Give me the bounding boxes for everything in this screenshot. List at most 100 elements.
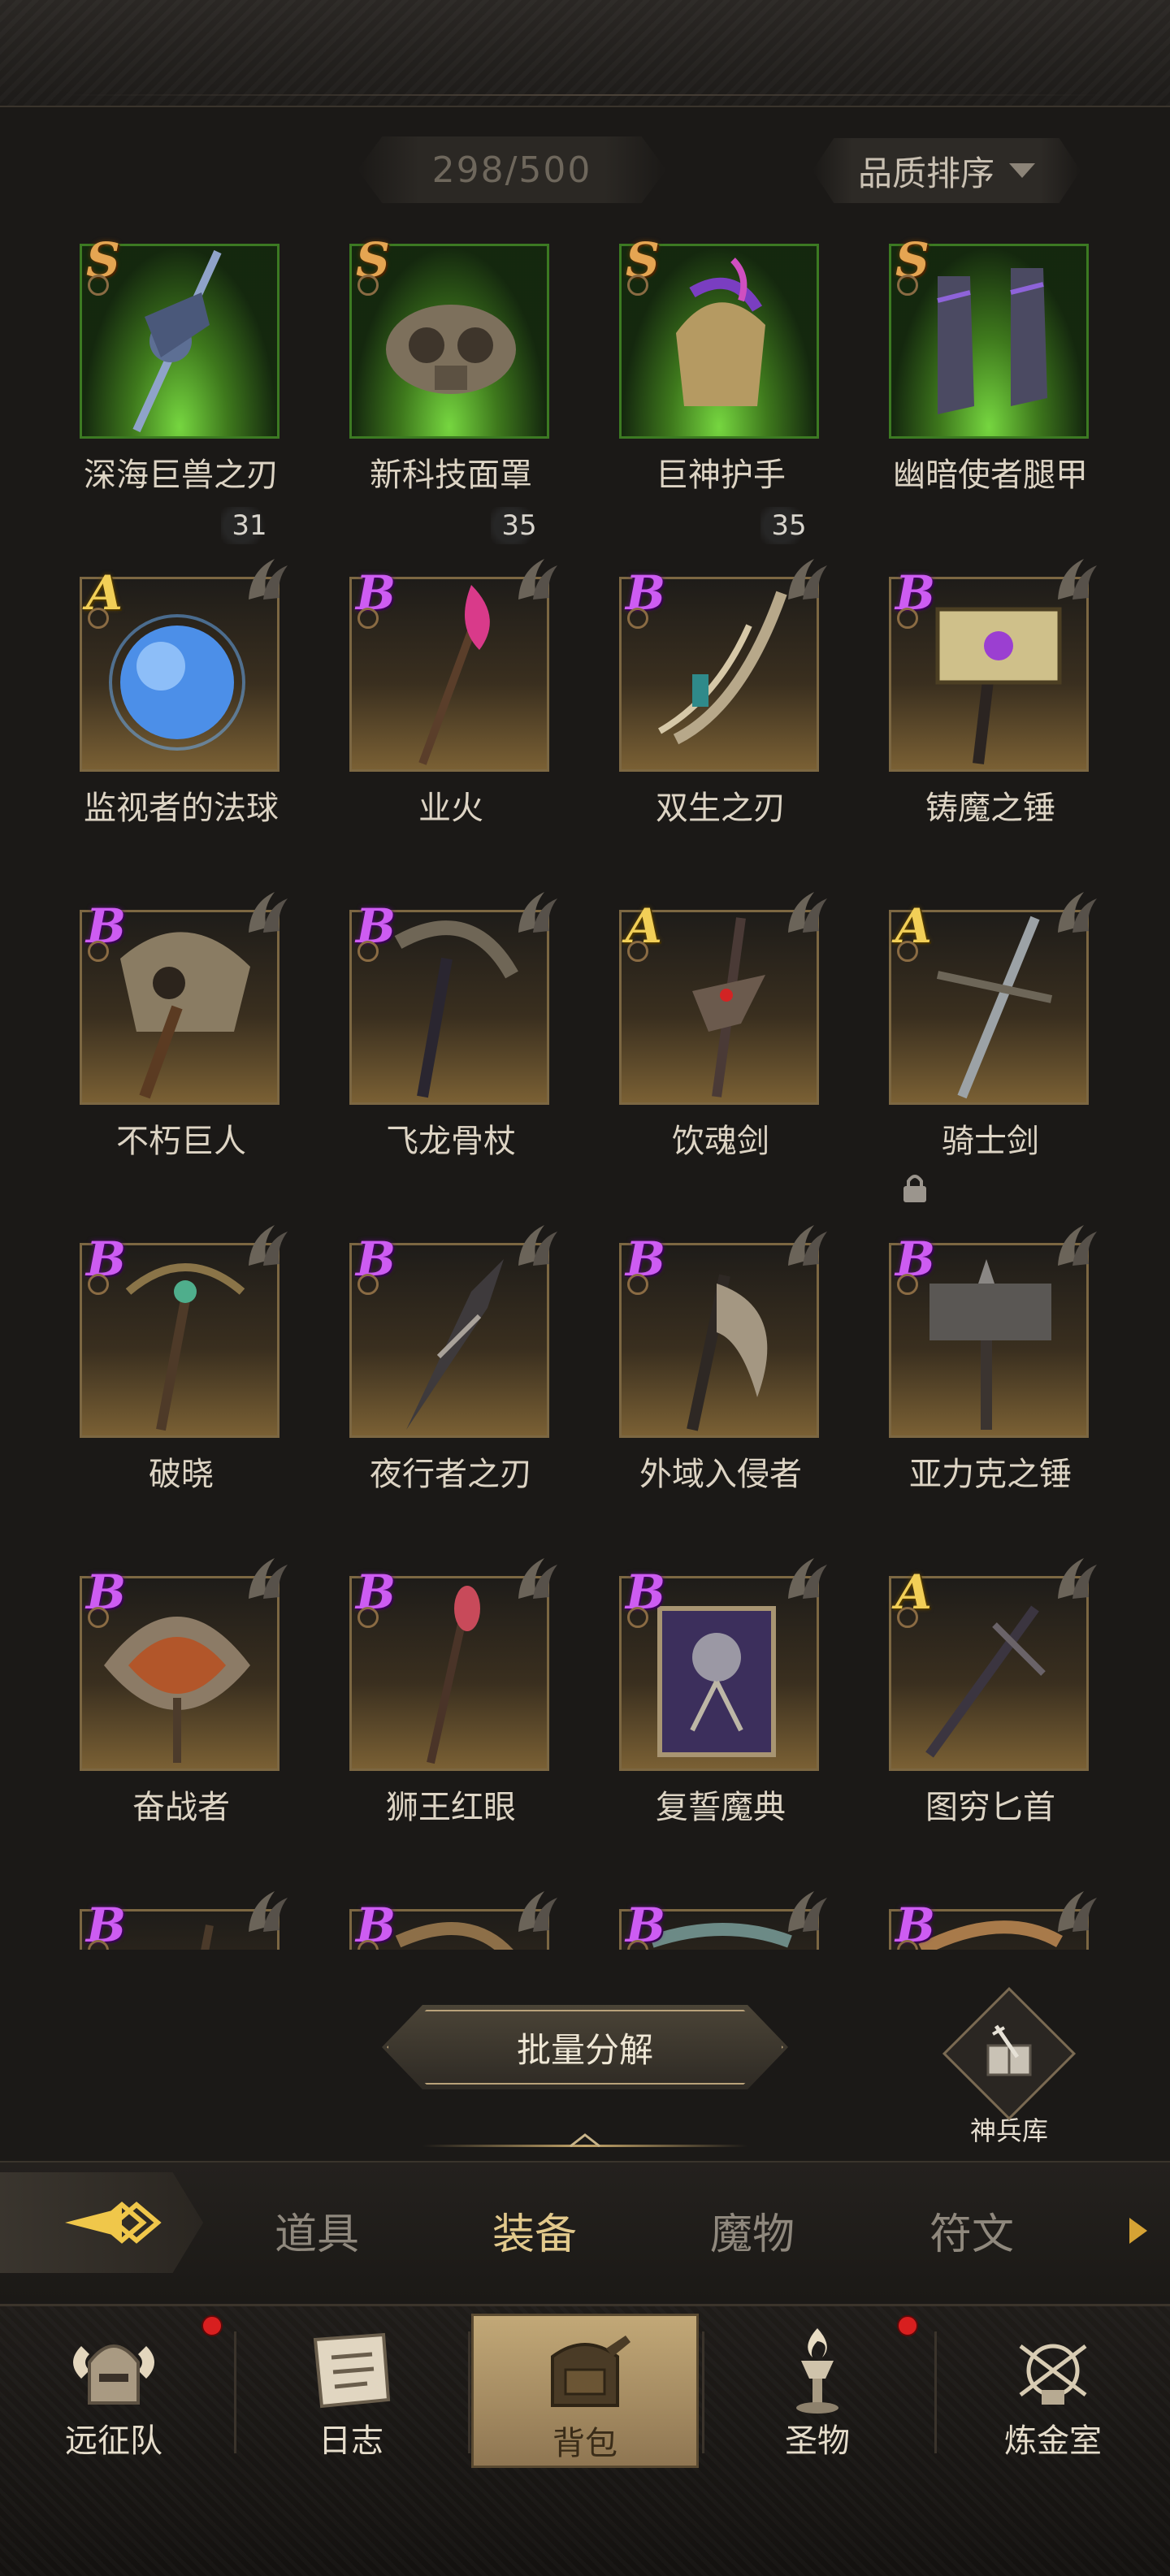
equipment-card[interactable]: A 监视者的法球 [80, 559, 288, 885]
equipment-card[interactable]: B 飞龙骨杖 [349, 892, 557, 1219]
expand-up-icon[interactable] [566, 2132, 604, 2148]
horned-helmet-icon [73, 2344, 154, 2405]
select-circle-icon[interactable] [897, 1607, 918, 1628]
horn-ornament-icon [1058, 892, 1097, 933]
select-circle-icon[interactable] [88, 1274, 109, 1295]
nav-journal[interactable]: 日志 [237, 2314, 465, 2468]
equipment-name: 监视者的法球 [84, 790, 279, 827]
equipment-card[interactable]: B 狮王红眼 [349, 1558, 557, 1885]
horn-ornament-icon [788, 1225, 827, 1266]
back-arrow-icon [65, 2202, 162, 2244]
equipment-name: 铸魔之锤 [925, 790, 1055, 827]
horn-ornament-icon [518, 892, 557, 933]
equipment-card[interactable]: B 破晓 [80, 1225, 288, 1552]
select-circle-icon[interactable] [358, 608, 379, 629]
nav-relics[interactable]: 圣物 [704, 2314, 931, 2468]
nav-journal-label: 日志 [318, 2422, 384, 2460]
equipment-name: 破晓 [149, 1456, 214, 1493]
select-circle-icon[interactable] [88, 1607, 109, 1628]
tab-equipment[interactable]: 装备 [445, 2193, 624, 2266]
equipment-card[interactable]: B 业火 [349, 559, 557, 885]
select-circle-icon[interactable] [897, 1274, 918, 1295]
select-circle-icon[interactable] [627, 1607, 648, 1628]
equipment-grid: S 31 深海巨兽之刃 S 35 新科技面罩 S 35 巨神护手 S 幽暗使者腿甲 A 监视者的法球 B 业… [0, 236, 1170, 1950]
horn-ornament-icon [1058, 1558, 1097, 1599]
horn-ornament-icon [788, 892, 827, 933]
select-circle-icon[interactable] [358, 275, 379, 296]
batch-dismantle-button[interactable]: 批量分解 [382, 2005, 788, 2089]
equipment-card[interactable]: B 夜行者之刃 [349, 1225, 557, 1552]
horn-ornament-icon [1058, 1891, 1097, 1932]
nav-expedition-label: 远征队 [65, 2422, 162, 2460]
equipment-name: 奋战者 [132, 1789, 230, 1826]
inventory-capacity: 298/500 [358, 136, 666, 203]
select-circle-icon[interactable] [88, 275, 109, 296]
tab-items[interactable]: 道具 [228, 2193, 406, 2266]
select-circle-icon[interactable] [627, 941, 648, 962]
equipment-card[interactable]: B 双生之刃 [619, 559, 827, 885]
chevron-down-icon [1009, 163, 1035, 178]
equipment-card[interactable]: A 饮魂剑 [619, 892, 827, 1219]
equipment-card[interactable]: B [80, 1891, 288, 1950]
equipment-name: 深海巨兽之刃 [84, 457, 279, 494]
equipment-card[interactable]: B 铸魔之锤 [889, 559, 1097, 885]
armory-button[interactable]: 神兵库 [942, 1986, 1077, 2146]
equipment-card[interactable]: B 外域入侵者 [619, 1225, 827, 1552]
equipment-card[interactable]: B 复誓魔典 [619, 1558, 827, 1885]
horn-ornament-icon [249, 1891, 288, 1932]
equipment-name: 复誓魔典 [656, 1789, 786, 1826]
expedition-notification-dot [202, 2315, 223, 2336]
equipment-card[interactable]: S 35 新科技面罩 [349, 236, 552, 552]
equipment-card[interactable]: A 图穷匕首 [889, 1558, 1097, 1885]
equipment-name: 巨神护手 [656, 457, 786, 494]
equipment-card[interactable]: S 35 巨神护手 [619, 236, 822, 552]
equipment-name: 饮魂剑 [672, 1123, 769, 1160]
equipment-card[interactable]: S 31 深海巨兽之刃 [80, 236, 283, 552]
equipment-card[interactable]: S 幽暗使者腿甲 [889, 236, 1092, 552]
equipment-card[interactable]: B 不朽巨人 [80, 892, 288, 1219]
sort-dropdown[interactable]: 品质排序 [812, 138, 1081, 203]
select-circle-icon[interactable] [358, 941, 379, 962]
select-circle-icon[interactable] [88, 608, 109, 629]
next-tab-icon[interactable] [1129, 2218, 1147, 2244]
horn-ornament-icon [518, 1891, 557, 1932]
equipment-card[interactable]: B 亚力克之锤 [889, 1225, 1097, 1552]
equipment-card[interactable]: B [889, 1891, 1097, 1950]
horn-ornament-icon [1058, 1225, 1097, 1266]
select-circle-icon[interactable] [358, 1607, 379, 1628]
relics-notification-dot [897, 2315, 918, 2336]
nav-separator [234, 2331, 236, 2453]
nav-backpack[interactable]: 背包 [471, 2314, 699, 2468]
select-circle-icon[interactable] [627, 608, 648, 629]
nav-alchemy[interactable]: 炼金室 [939, 2314, 1167, 2468]
equipment-card[interactable]: B 奋战者 [80, 1558, 288, 1885]
torch-icon [796, 2328, 838, 2414]
equipment-name: 双生之刃 [656, 790, 786, 827]
select-circle-icon[interactable] [358, 1274, 379, 1295]
horn-ornament-icon [1058, 559, 1097, 600]
batch-dismantle-label: 批量分解 [516, 2029, 653, 2070]
equipment-name: 飞龙骨杖 [386, 1123, 516, 1160]
equipment-card[interactable]: B [619, 1891, 827, 1950]
select-circle-icon[interactable] [627, 1274, 648, 1295]
nav-alchemy-label: 炼金室 [1004, 2422, 1102, 2460]
equipment-card[interactable]: B [349, 1891, 557, 1950]
tab-runes[interactable]: 符文 [882, 2193, 1061, 2266]
horn-ornament-icon [788, 559, 827, 600]
select-circle-icon[interactable] [897, 275, 918, 296]
select-circle-icon[interactable] [627, 275, 648, 296]
horn-ornament-icon [249, 892, 288, 933]
back-button[interactable] [0, 2172, 203, 2273]
nav-backpack-label: 背包 [552, 2425, 618, 2462]
nav-expedition[interactable]: 远征队 [0, 2314, 228, 2468]
equipment-name: 业火 [418, 790, 483, 827]
equipment-name: 骑士剑 [942, 1123, 1039, 1160]
scroll-icon [313, 2332, 391, 2409]
select-circle-icon[interactable] [88, 941, 109, 962]
select-circle-icon[interactable] [897, 608, 918, 629]
select-circle-icon[interactable] [897, 941, 918, 962]
top-ornament [0, 0, 1170, 107]
horn-ornament-icon [249, 1225, 288, 1266]
tab-monsters[interactable]: 魔物 [663, 2193, 842, 2266]
equipment-card[interactable]: A 骑士剑 [889, 892, 1097, 1219]
